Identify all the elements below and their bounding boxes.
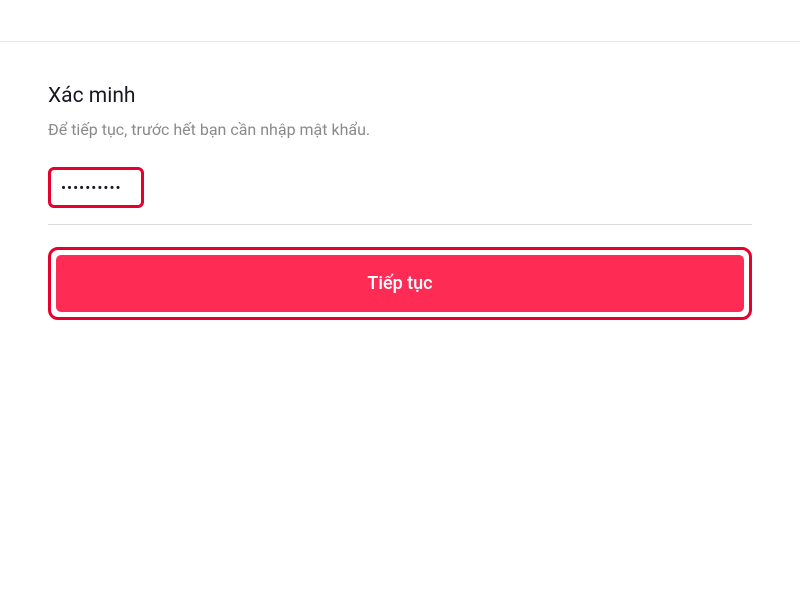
page-title: Xác minh [48,84,752,108]
input-underline [48,224,752,225]
page-subtitle: Để tiếp tục, trước hết bạn cần nhập mật … [48,120,752,139]
continue-highlight-box: Tiếp tục [48,247,752,320]
top-bar [0,0,800,42]
password-input[interactable] [61,179,131,197]
password-row [48,167,752,208]
password-highlight-box [48,167,144,208]
continue-button[interactable]: Tiếp tục [56,255,744,312]
verify-content: Xác minh Để tiếp tục, trước hết bạn cần … [0,42,800,320]
